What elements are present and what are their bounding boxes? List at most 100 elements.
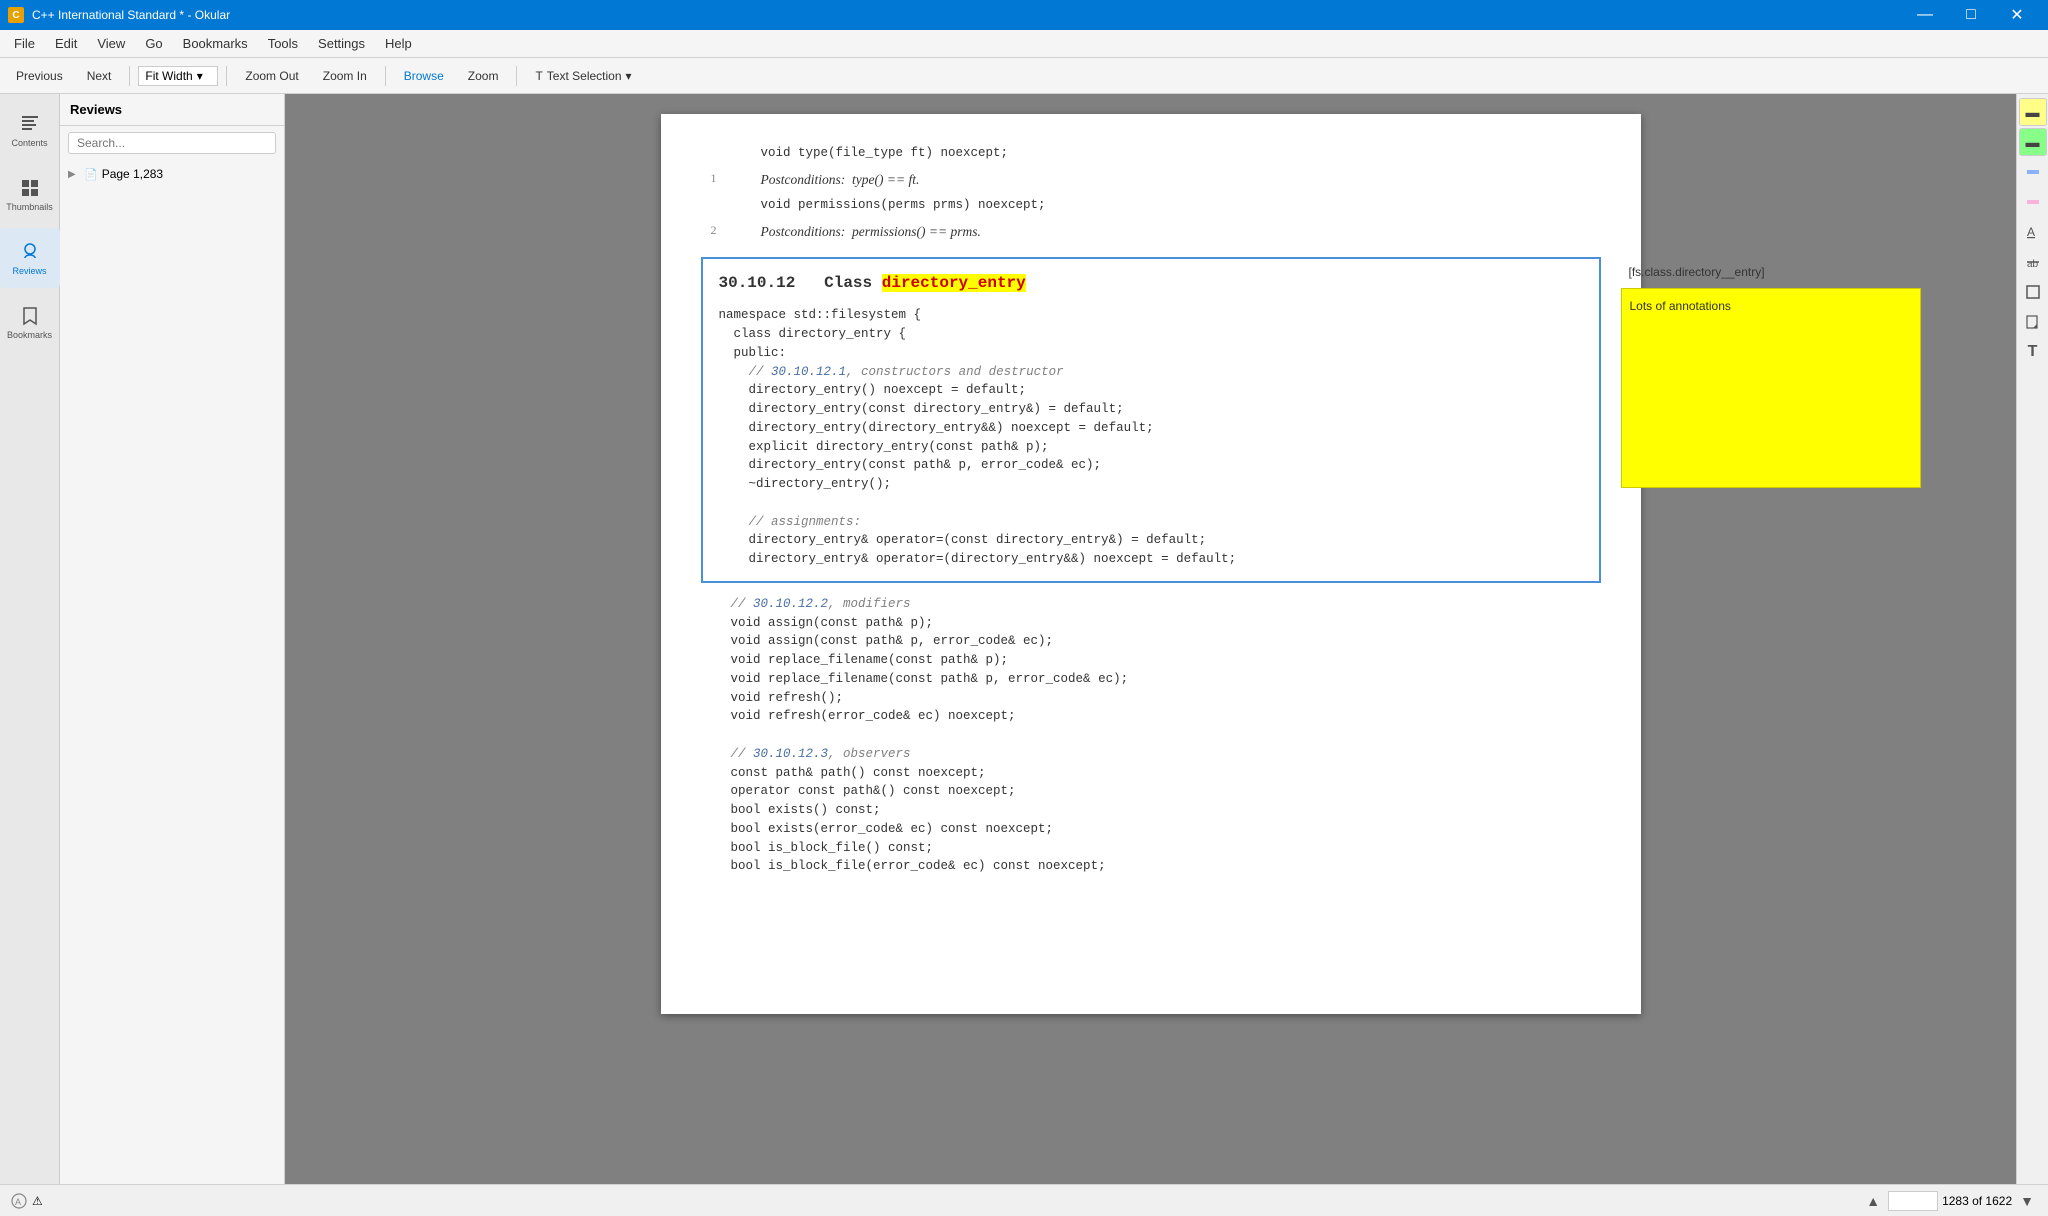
- menu-tools[interactable]: Tools: [258, 32, 308, 55]
- close-button[interactable]: ✕: [1994, 0, 2040, 30]
- code-assign-2: void assign(const path& p, error_code& e…: [701, 632, 1601, 651]
- nav-up-button[interactable]: ▲: [1862, 1191, 1884, 1211]
- code-line-comment-1: // 30.10.12.1, constructors and destruct…: [719, 363, 1583, 382]
- blue-highlight-icon: [2025, 164, 2041, 180]
- zoom-out-button[interactable]: Zoom Out: [235, 66, 308, 86]
- code-operator-path: operator const path&() const noexcept;: [701, 782, 1601, 801]
- line-number-2-val: 2: [711, 221, 717, 240]
- note-button[interactable]: [2019, 308, 2047, 336]
- status-icons: A ⚠: [10, 1192, 43, 1210]
- annotation-toolbar: ▬ ▬ A ab: [2016, 94, 2048, 1184]
- code-line-namespace: namespace std::filesystem {: [719, 306, 1583, 325]
- line-number-1-val: 1: [711, 169, 717, 188]
- highlight-yellow-button[interactable]: ▬: [2019, 98, 2047, 126]
- menu-edit[interactable]: Edit: [45, 32, 87, 55]
- nav-down-button[interactable]: ▼: [2016, 1191, 2038, 1211]
- toolbar-separator-3: [385, 66, 386, 86]
- document-page: void type(file_type ft) noexcept; 1 Post…: [661, 114, 1641, 1014]
- code-line-dtor: ~directory_entry();: [719, 475, 1583, 494]
- text-selection-label: Text Selection: [547, 69, 622, 83]
- menu-go[interactable]: Go: [135, 32, 172, 55]
- pink-highlight-icon: [2025, 194, 2041, 210]
- code-line-ctor-2: directory_entry(const directory_entry&) …: [719, 400, 1583, 419]
- bookmarks-label: Bookmarks: [7, 330, 52, 340]
- section-heading: 30.10.12 Class directory_entry: [719, 271, 1583, 297]
- section-number: 30.10.12 Class: [719, 274, 882, 292]
- class-name-highlight: directory_entry: [882, 274, 1026, 292]
- browse-button[interactable]: Browse: [394, 66, 454, 86]
- thumbnails-icon: [19, 177, 41, 199]
- fit-width-select[interactable]: Fit Width ▾: [138, 66, 218, 86]
- menubar: File Edit View Go Bookmarks Tools Settin…: [0, 30, 2048, 58]
- minimize-button[interactable]: —: [1902, 0, 1948, 30]
- next-button[interactable]: Next: [77, 66, 122, 86]
- sidebar-tabs: Contents Thumbnails Re: [0, 94, 60, 1184]
- menu-file[interactable]: File: [4, 32, 45, 55]
- page-total-label: 1283 of 1622: [1942, 1194, 2012, 1208]
- menu-view[interactable]: View: [87, 32, 135, 55]
- titlebar: C C++ International Standard * - Okular …: [0, 0, 2048, 30]
- status-text: ⚠: [32, 1194, 43, 1208]
- section-box: 30.10.12 Class directory_entry namespace…: [701, 257, 1601, 583]
- statusbar-left: A ⚠: [10, 1192, 43, 1210]
- annotation-note-text: Lots of annotations: [1622, 289, 1920, 324]
- sidebar-search-area: [60, 126, 284, 160]
- zoom-in-button[interactable]: Zoom In: [313, 66, 377, 86]
- maximize-button[interactable]: □: [1948, 0, 1994, 30]
- window-controls[interactable]: — □ ✕: [1902, 0, 2040, 30]
- zoom-button[interactable]: Zoom: [458, 66, 509, 86]
- main-layout: Contents Thumbnails Re: [0, 94, 2048, 1184]
- postcondition-text-1: Postconditions: type() == ft.: [761, 169, 1601, 191]
- sidebar-tab-reviews[interactable]: Reviews: [0, 228, 60, 288]
- text-selection-button[interactable]: T Text Selection ▾: [525, 66, 641, 86]
- content-area[interactable]: void type(file_type ft) noexcept; 1 Post…: [285, 94, 2016, 1184]
- code-line-ctor-1: directory_entry() noexcept = default;: [719, 381, 1583, 400]
- code-blank-observers: [701, 726, 1601, 745]
- speaker-icon: A: [10, 1192, 28, 1210]
- page-number-input[interactable]: 1269: [1888, 1191, 1938, 1211]
- search-input[interactable]: [68, 132, 276, 154]
- postcondition-1: 1 Postconditions: type() == ft.: [701, 169, 1601, 191]
- code-line-ctor-3: directory_entry(directory_entry&&) noexc…: [719, 419, 1583, 438]
- code-line-comment-assign: // assignments:: [719, 513, 1583, 532]
- titlebar-left: C C++ International Standard * - Okular: [8, 7, 230, 23]
- highlight-blue-button[interactable]: [2019, 158, 2047, 186]
- underline-button[interactable]: A: [2019, 218, 2047, 246]
- previous-button[interactable]: Previous: [6, 66, 73, 86]
- code-line-public: public:: [719, 344, 1583, 363]
- menu-bookmarks[interactable]: Bookmarks: [173, 32, 258, 55]
- menu-settings[interactable]: Settings: [308, 32, 375, 55]
- page-icon: 📄: [84, 168, 98, 181]
- code-line-ctor-4: explicit directory_entry(const path& p);: [719, 438, 1583, 457]
- code-assign-1: void assign(const path& p);: [701, 614, 1601, 633]
- sidebar-tab-contents[interactable]: Contents: [0, 100, 60, 160]
- bookmarks-icon: [19, 305, 41, 327]
- text-selection-arrow-icon: ▾: [626, 69, 632, 83]
- fit-width-label: Fit Width: [145, 69, 192, 83]
- strikethrough-button[interactable]: ab: [2019, 248, 2047, 276]
- code-block-file-1: bool is_block_file() const;: [701, 839, 1601, 858]
- text-button[interactable]: T: [2019, 338, 2047, 366]
- box-button[interactable]: [2019, 278, 2047, 306]
- highlight-pink-button[interactable]: [2019, 188, 2047, 216]
- void-permissions-code: void permissions(perms prms) noexcept;: [761, 196, 1601, 215]
- sidebar-tab-bookmarks[interactable]: Bookmarks: [0, 292, 60, 352]
- code-replace-1: void replace_filename(const path& p);: [701, 651, 1601, 670]
- void-type-code: void type(file_type ft) noexcept;: [761, 144, 1601, 163]
- code-refresh-2: void refresh(error_code& ec) noexcept;: [701, 707, 1601, 726]
- thumbnails-label: Thumbnails: [6, 202, 53, 212]
- code-line-op-1: directory_entry& operator=(const directo…: [719, 531, 1583, 550]
- sticky-note-body: Lots of annotations: [1621, 288, 1921, 488]
- svg-text:A: A: [2027, 225, 2035, 239]
- highlight-green-button[interactable]: ▬: [2019, 128, 2047, 156]
- code-line-op-2: directory_entry& operator=(directory_ent…: [719, 550, 1583, 569]
- code-exists-1: bool exists() const;: [701, 801, 1601, 820]
- sidebar-tab-thumbnails[interactable]: Thumbnails: [0, 164, 60, 224]
- menu-help[interactable]: Help: [375, 32, 422, 55]
- statusbar-right: ▲ 1269 1283 of 1622 ▼: [1862, 1191, 2038, 1211]
- sticky-note-label: [fs.class.directory__entry]: [1621, 257, 1921, 288]
- note-icon: [2025, 314, 2041, 330]
- tree-item-page[interactable]: ▶ 📄 Page 1,283: [60, 164, 284, 184]
- contents-icon: [19, 113, 41, 135]
- sidebar: Contents Thumbnails Re: [0, 94, 285, 1184]
